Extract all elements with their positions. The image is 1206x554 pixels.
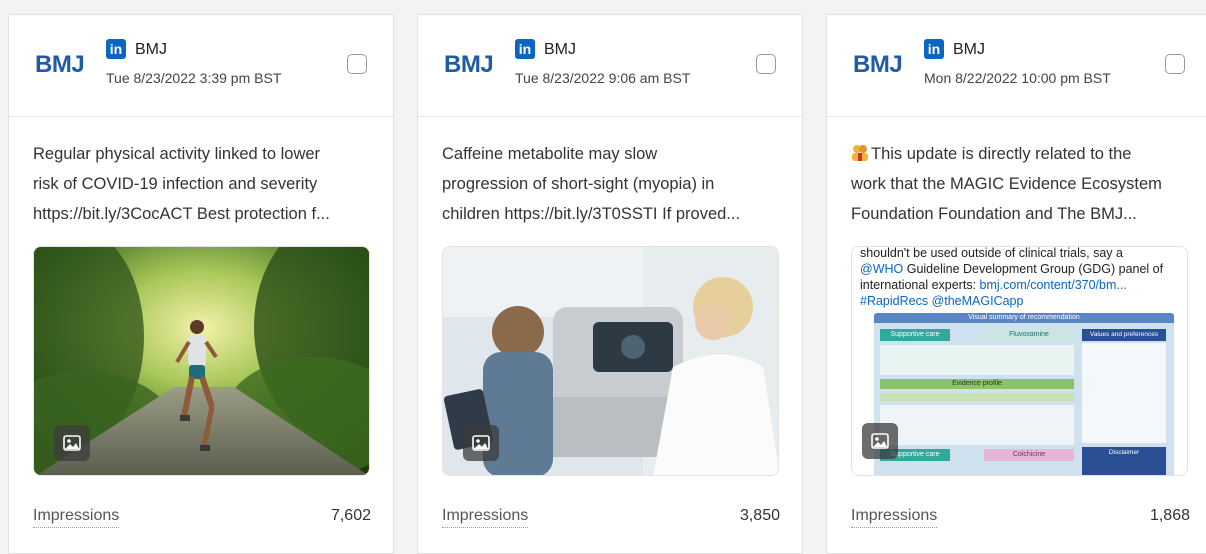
post-card[interactable]: BMJ in BMJ Tue 8/23/2022 3:39 pm BST Reg… xyxy=(8,14,394,554)
bmj-logo: BMJ xyxy=(444,51,494,78)
account-name: BMJ xyxy=(953,41,985,58)
post-text-line: progression of short-sight (myopia) in xyxy=(442,175,715,193)
metric-label[interactable]: Impressions xyxy=(851,507,938,528)
post-text-line: children https://bit.ly/3T0SSTI If prove… xyxy=(442,205,741,223)
post-text-line: Caffeine metabolite may slow xyxy=(442,145,658,163)
post-text-line: Foundation Foundation and The BMJ... xyxy=(851,205,1137,223)
tweet-link: bmj.com/content/370/bm... xyxy=(979,278,1127,292)
image-icon xyxy=(463,425,499,461)
infographic-header: Values and preferences xyxy=(1082,329,1166,341)
infographic-header: Supportive care xyxy=(880,329,950,341)
infographic-header: Fluvoxamine xyxy=(984,329,1074,341)
post-text-line: This update is directly related to the xyxy=(851,139,1191,169)
infographic-header: Colchicine xyxy=(984,449,1074,461)
account-name: BMJ xyxy=(544,41,576,58)
post-media[interactable]: shouldn't be used outside of clinical tr… xyxy=(851,246,1188,476)
post-text[interactable]: This update is directly related to the w… xyxy=(851,139,1191,229)
post-text-line: risk of COVID-19 infection and severity xyxy=(33,175,318,193)
tweet-line: international experts: bmj.com/content/3… xyxy=(860,278,1127,292)
post-date: Mon 8/22/2022 10:00 pm BST xyxy=(924,70,1111,86)
metric-value: 1,868 xyxy=(1149,507,1190,524)
linkedin-icon: in xyxy=(515,39,535,59)
infographic-section: Evidence profile xyxy=(880,379,1074,389)
linkedin-icon: in xyxy=(924,39,944,59)
linkedin-icon: in xyxy=(106,39,126,59)
post-text-line: Regular physical activity linked to lowe… xyxy=(33,145,321,163)
post-card[interactable]: BMJ in BMJ Mon 8/22/2022 10:00 pm BST Th… xyxy=(826,14,1206,554)
post-date: Tue 8/23/2022 3:39 pm BST xyxy=(106,70,282,86)
people-hugging-emoji-icon xyxy=(852,145,868,161)
infographic-title: Visual summary of recommendation xyxy=(874,313,1174,323)
image-icon xyxy=(54,425,90,461)
post-card[interactable]: BMJ in BMJ Tue 8/23/2022 9:06 am BST Caf… xyxy=(417,14,803,554)
bmj-logo: BMJ xyxy=(853,51,903,78)
tweet-mention: @WHO xyxy=(860,262,904,276)
image-icon xyxy=(862,423,898,459)
tweet-line: shouldn't be used outside of clinical tr… xyxy=(860,246,1123,260)
post-card-header: BMJ in BMJ Mon 8/22/2022 10:00 pm BST xyxy=(827,15,1206,117)
post-media[interactable] xyxy=(442,246,779,476)
post-card-header: BMJ in BMJ Tue 8/23/2022 9:06 am BST xyxy=(418,15,802,117)
post-text[interactable]: Caffeine metabolite may slow progression… xyxy=(442,139,782,229)
tweet-line: @WHO Guideline Development Group (GDG) p… xyxy=(860,262,1164,276)
tweet-hashtags: #RapidRecs @theMAGICapp xyxy=(860,294,1024,308)
metric-value: 7,602 xyxy=(330,507,371,524)
bmj-logo: BMJ xyxy=(35,51,85,78)
infographic-section: Disclaimer xyxy=(1082,447,1166,475)
tweet-text: shouldn't be used outside of clinical tr… xyxy=(860,246,1187,309)
post-media[interactable] xyxy=(33,246,370,476)
select-post-checkbox[interactable] xyxy=(756,54,776,74)
metric-value: 3,850 xyxy=(739,507,780,524)
metric-label[interactable]: Impressions xyxy=(33,507,120,528)
account-name: BMJ xyxy=(135,41,167,58)
post-text-line: https://bit.ly/3CocACT Best protection f… xyxy=(33,205,330,223)
post-text-line: work that the MAGIC Evidence Ecosystem xyxy=(851,175,1162,193)
select-post-checkbox[interactable] xyxy=(1165,54,1185,74)
metric-label[interactable]: Impressions xyxy=(442,507,529,528)
post-text[interactable]: Regular physical activity linked to lowe… xyxy=(33,139,373,229)
post-card-header: BMJ in BMJ Tue 8/23/2022 3:39 pm BST xyxy=(9,15,393,117)
post-date: Tue 8/23/2022 9:06 am BST xyxy=(515,70,691,86)
select-post-checkbox[interactable] xyxy=(347,54,367,74)
infographic: Visual summary of recommendation Support… xyxy=(874,313,1174,475)
